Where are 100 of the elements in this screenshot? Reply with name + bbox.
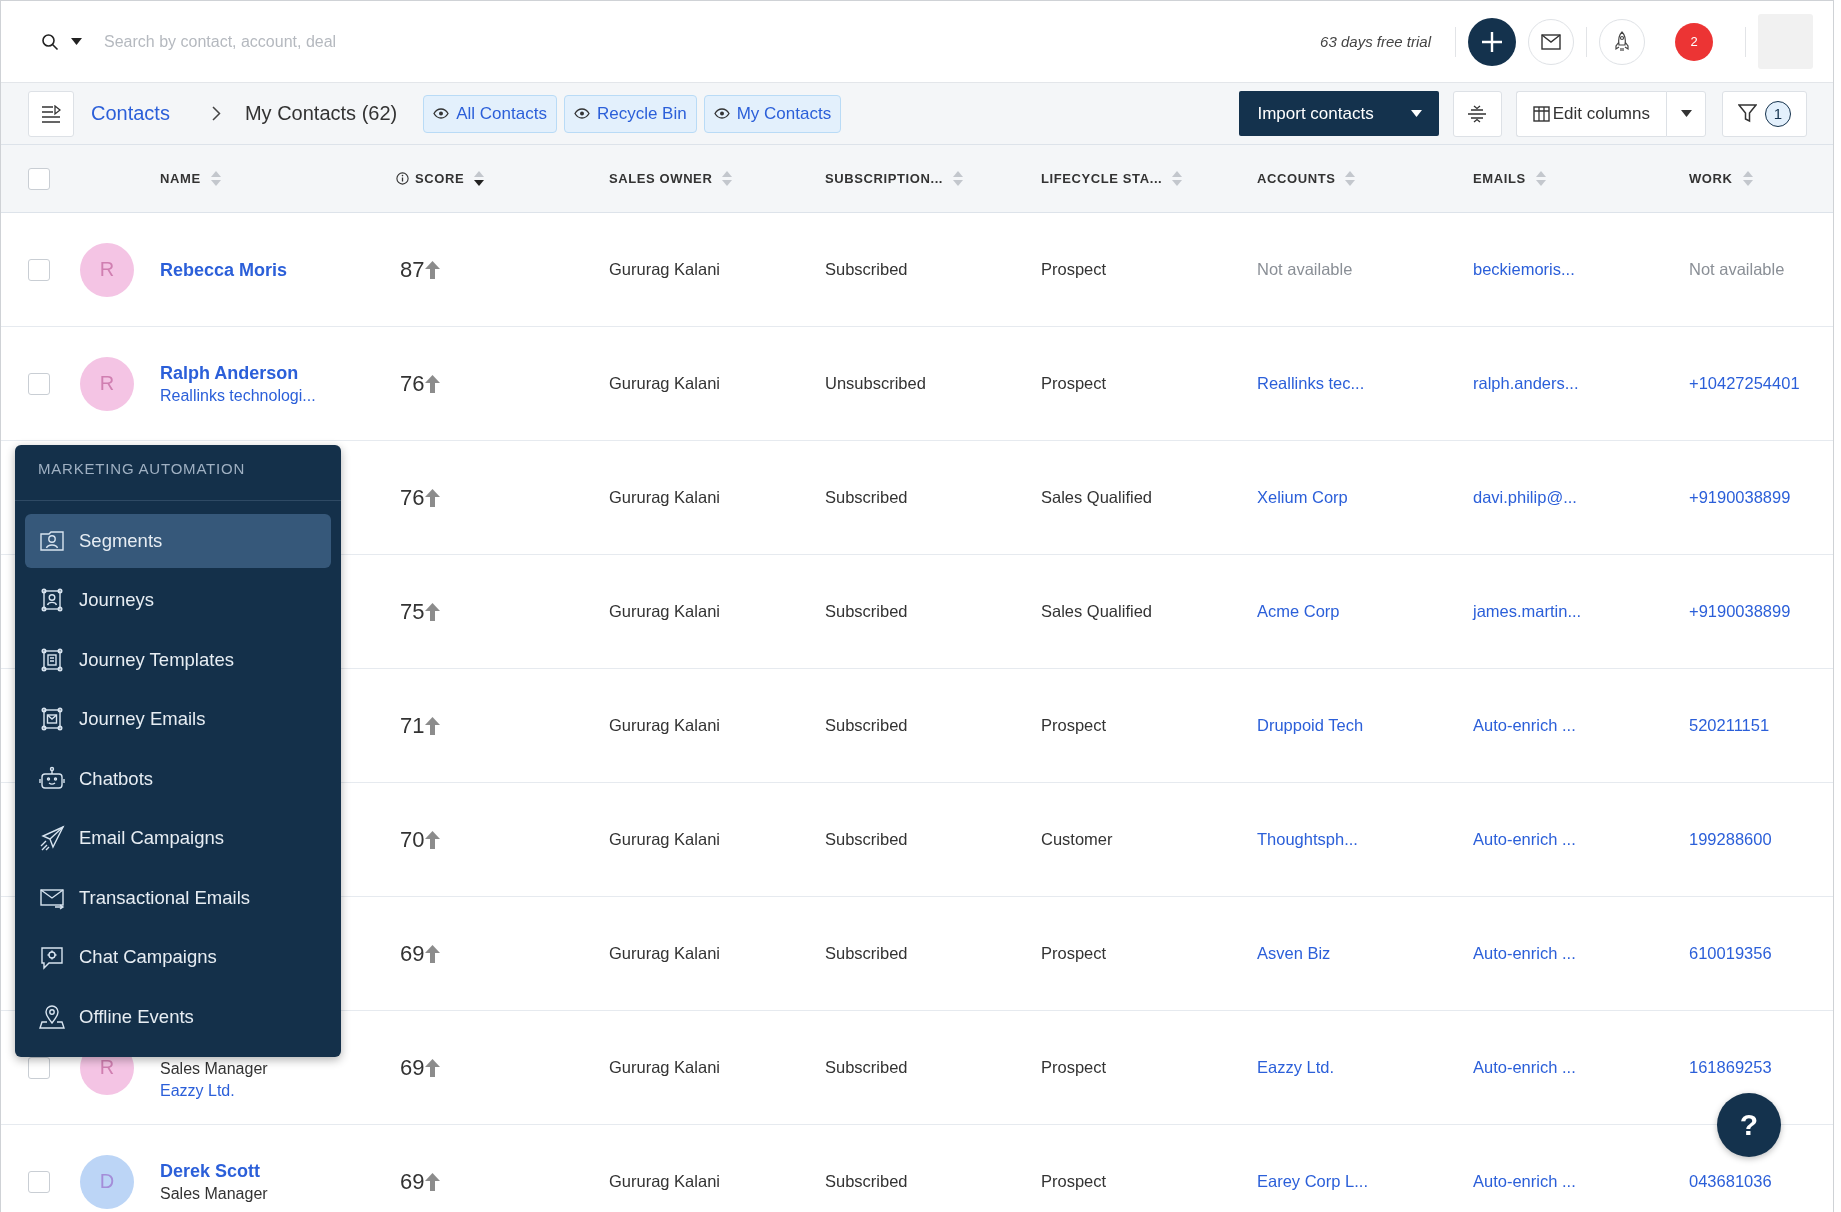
view-tag[interactable]: All Contacts [423, 94, 557, 133]
add-button[interactable] [1468, 17, 1516, 66]
column-header[interactable]: EMAILS [1473, 171, 1526, 186]
sort-icon[interactable] [474, 171, 485, 186]
notification-badge[interactable]: 2 [1675, 22, 1713, 61]
cell-link[interactable]: Auto-enrich ... [1473, 944, 1576, 963]
menu-item[interactable]: Chat Campaigns [25, 930, 331, 984]
mail-button[interactable] [1528, 18, 1574, 65]
envelope-icon [1541, 33, 1561, 50]
cell-link[interactable]: Earey Corp L... [1257, 1172, 1368, 1191]
cell-link[interactable]: Auto-enrich ... [1473, 716, 1576, 735]
checkbox[interactable] [28, 372, 50, 395]
score-value: 75 [400, 598, 425, 625]
cell-link[interactable]: Auto-enrich ... [1473, 1058, 1576, 1077]
checkbox[interactable] [28, 1056, 50, 1079]
table-cell: Prospect [1041, 716, 1107, 735]
cell-link[interactable]: +9190038899 [1689, 602, 1791, 621]
import-contacts-button[interactable]: Import contacts [1239, 91, 1394, 136]
paper-plane-icon [38, 824, 66, 853]
menu-item[interactable]: Journey Emails [25, 692, 331, 746]
avatar: R [80, 242, 134, 297]
menu-item[interactable]: Journeys [25, 573, 331, 627]
checkbox[interactable] [28, 1170, 50, 1193]
menu-item[interactable]: Email Campaigns [25, 811, 331, 865]
cell-link[interactable]: Eazzy Ltd. [1257, 1058, 1335, 1077]
cell-link[interactable]: ralph.anders... [1473, 374, 1579, 393]
help-button[interactable]: ? [1717, 1093, 1781, 1157]
menu-item[interactable]: Transactional Emails [25, 871, 331, 925]
column-header[interactable]: SCORE [415, 171, 465, 186]
table-cell: Gururag Kalani [609, 488, 720, 507]
contact-name-link[interactable]: Derek Scott [160, 1160, 261, 1181]
arrow-up-icon [424, 1171, 442, 1192]
menu-item[interactable]: Journey Templates [25, 633, 331, 687]
search-icon[interactable] [41, 32, 59, 51]
cell-link[interactable]: Xelium Corp [1257, 488, 1348, 507]
rocket-icon [1614, 30, 1630, 53]
column-header[interactable]: SALES OWNER [609, 171, 713, 186]
table-cell: Sales Qualified [1041, 602, 1152, 621]
cell-link[interactable]: 520211151 [1689, 716, 1770, 735]
cell-link[interactable]: 610019356 [1689, 944, 1772, 963]
contact-name-link[interactable]: Ralph Anderson [160, 362, 299, 383]
score-value: 87 [400, 256, 425, 283]
menu-item[interactable]: Chatbots [25, 752, 331, 806]
table-cell: Subscribed [825, 602, 908, 621]
breadcrumb-link[interactable]: Contacts [91, 102, 170, 125]
table-cell: Subscribed [825, 260, 908, 279]
arrow-up-icon [424, 487, 442, 508]
account-link[interactable]: Eazzy Ltd. [160, 1081, 235, 1100]
arrow-up-icon [424, 259, 442, 280]
cell-link[interactable]: 161869253 [1689, 1058, 1772, 1077]
compress-icon [1467, 104, 1488, 123]
cell-link[interactable]: Auto-enrich ... [1473, 1172, 1576, 1191]
score-value: 70 [400, 826, 425, 853]
menu-item[interactable]: Segments [25, 514, 331, 568]
cell-link[interactable]: 043681036 [1689, 1172, 1772, 1191]
dropdown-button[interactable] [1666, 90, 1706, 137]
view-tag[interactable]: Recycle Bin [563, 94, 697, 133]
table-cell: Gururag Kalani [609, 1058, 720, 1077]
score-value: 76 [400, 370, 425, 397]
checkbox[interactable] [28, 258, 50, 281]
score-value: 76 [400, 484, 425, 511]
edit-columns-button[interactable]: Edit columns [1515, 90, 1666, 137]
row-density-button[interactable] [1452, 90, 1502, 137]
cell-link[interactable]: Reallinks tec... [1257, 374, 1365, 393]
table-cell: Subscribed [825, 488, 908, 507]
cell-link[interactable]: Acme Corp [1257, 602, 1340, 621]
cell-link[interactable]: Druppoid Tech [1257, 716, 1364, 735]
column-header[interactable]: NAME [160, 171, 201, 186]
contact-name-link[interactable]: Rebecca Moris [160, 259, 288, 280]
sidebar-toggle-button[interactable] [28, 90, 74, 137]
account-link[interactable]: Reallinks technologi... [160, 386, 316, 405]
cell-link[interactable]: Auto-enrich ... [1473, 830, 1576, 849]
filter-button[interactable]: 1 [1722, 90, 1807, 137]
column-header[interactable]: LIFECYCLE STA... [1041, 171, 1163, 186]
cell-link[interactable]: +9190038899 [1689, 488, 1791, 507]
arrow-up-icon [424, 1057, 442, 1078]
cell-link[interactable]: james.martin... [1473, 602, 1582, 621]
cell-link[interactable]: davi.philip@... [1473, 488, 1577, 507]
table-cell: Gururag Kalani [609, 602, 720, 621]
table-cell: Subscribed [825, 1172, 908, 1191]
rocket-button[interactable] [1599, 18, 1645, 65]
table-cell: Unsubscribed [825, 374, 926, 393]
cell-link[interactable]: 199288600 [1689, 830, 1772, 849]
cell-link[interactable]: Thoughtsph... [1257, 830, 1358, 849]
column-header[interactable]: SUBSCRIPTION... [825, 171, 944, 186]
search-field[interactable]: Search by contact, account, deal [102, 31, 1321, 52]
cell-link[interactable]: +10427254401 [1689, 374, 1800, 393]
score-value: 71 [400, 712, 425, 739]
table-cell: Sales Qualified [1041, 488, 1152, 507]
column-header[interactable]: ACCOUNTS [1257, 171, 1336, 186]
dropdown-button[interactable] [1393, 91, 1439, 136]
view-tag[interactable]: My Contacts [703, 94, 842, 133]
checkbox[interactable] [28, 167, 50, 190]
arrow-up-icon [424, 829, 442, 850]
caret-icon[interactable] [71, 38, 82, 45]
cell-link[interactable]: Asven Biz [1257, 944, 1331, 963]
column-header[interactable]: WORK [1689, 171, 1733, 186]
caret-icon [1680, 110, 1692, 117]
page-title: My Contacts (62) [244, 102, 398, 125]
cell-link[interactable]: beckiemoris... [1473, 260, 1575, 279]
